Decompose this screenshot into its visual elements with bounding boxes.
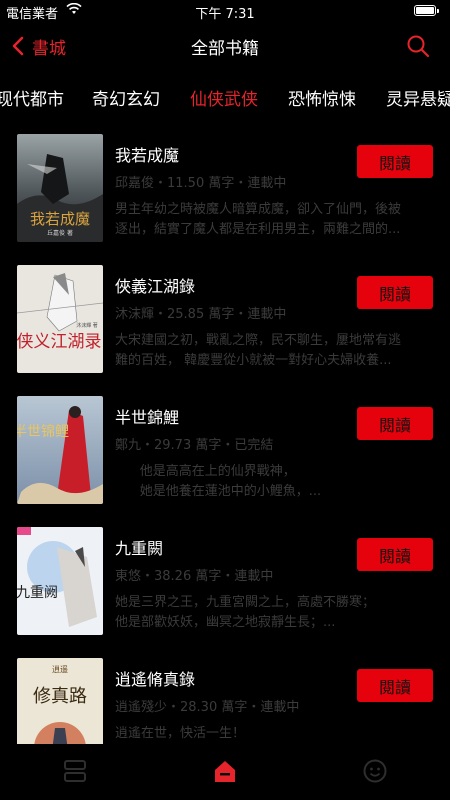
book-title: 我若成魔 — [115, 146, 180, 165]
tab-xianxia-wuxia[interactable]: 仙侠武侠 — [190, 85, 258, 110]
read-button[interactable]: 閱讀 — [357, 145, 433, 178]
book-meta: 鄭九・29.73 萬字・已完結 — [115, 438, 274, 453]
svg-text:修真路: 修真路 — [33, 686, 87, 707]
svg-text:沐沫輝 著: 沐沫輝 著 — [76, 322, 98, 329]
list-item[interactable]: 侠义江湖录 沐沫輝 著 俠義江湖錄 沐沫輝・25.85 萬字・連載中 大宋建國之… — [0, 259, 450, 377]
tab-modern-city[interactable]: 现代都市 — [0, 85, 64, 110]
book-description: 男主年幼之時被魔人暗算成魔，卻入了仙門，後被 逐出，結實了魔人都是在利用男主，兩難… — [115, 202, 402, 237]
svg-text:我若成魔: 我若成魔 — [30, 210, 90, 228]
book-meta: 沐沫輝・25.85 萬字・連載中 — [115, 307, 287, 322]
read-button[interactable]: 閱讀 — [357, 276, 433, 309]
page-title: 全部书籍 — [191, 39, 259, 59]
read-button[interactable]: 閱讀 — [357, 407, 433, 440]
book-description: 大宋建國之初，戰亂之際，民不聊生，屢地常有逃 難的百姓， 韓慶豐從小就被一對好心夫… — [115, 333, 402, 368]
profile-face-icon[interactable] — [362, 758, 388, 784]
list-item[interactable]: 半世锦鲤 半世錦鯉 鄭九・29.73 萬字・已完結 他是高高在上的仙界戰神， 她… — [0, 390, 450, 508]
book-title: 逍遙脩真錄 — [115, 670, 196, 689]
book-cover[interactable]: 半世锦鲤 — [17, 396, 103, 504]
battery-icon — [414, 5, 439, 16]
svg-text:逍遥: 逍遥 — [52, 664, 68, 674]
book-cover[interactable]: 侠义江湖录 沐沫輝 著 — [17, 265, 103, 373]
svg-text:半世锦鲤: 半世锦鲤 — [17, 423, 69, 440]
book-description: 她是三界之王，九重宮闕之上，高處不勝寒； 他是部歡妖妖，幽冥之地寂靜生長；... — [115, 595, 376, 630]
read-button[interactable]: 閱讀 — [357, 669, 433, 702]
tab-horror[interactable]: 恐怖惊悚 — [288, 85, 356, 110]
tab-supernatural[interactable]: 灵异悬疑 — [386, 85, 450, 110]
book-title: 俠義江湖錄 — [115, 277, 196, 296]
navigation-bar: 書城 全部书籍 — [0, 22, 450, 70]
search-icon[interactable] — [406, 34, 430, 58]
bookstore-home-icon[interactable] — [212, 758, 238, 784]
book-title: 九重闕 — [115, 539, 164, 558]
svg-text:侠义江湖录: 侠义江湖录 — [17, 332, 102, 352]
status-bar: 電信業者 下午 7:31 — [0, 0, 450, 22]
book-meta: 東悠・38.26 萬字・連載中 — [115, 569, 274, 584]
category-tabs: 现代都市 奇幻玄幻 仙侠武侠 恐怖惊悚 灵异悬疑 — [0, 75, 450, 119]
book-meta: 逍遙殘少・28.30 萬字・連載中 — [115, 700, 300, 715]
read-button[interactable]: 閱讀 — [357, 538, 433, 571]
svg-text:九重阙: 九重阙 — [17, 585, 58, 601]
status-time: 下午 7:31 — [195, 7, 255, 22]
book-meta: 邱嘉俊・11.50 萬字・連載中 — [115, 176, 287, 191]
book-description: 他是高高在上的仙界戰神， 她是他養在蓮池中的小鯉魚，... — [115, 464, 322, 499]
svg-text:丘嘉俊 著: 丘嘉俊 著 — [47, 229, 73, 237]
bookshelf-icon[interactable] — [62, 758, 88, 784]
tab-fantasy[interactable]: 奇幻玄幻 — [92, 85, 160, 110]
list-item[interactable]: 我若成魔 丘嘉俊 著 我若成魔 邱嘉俊・11.50 萬字・連載中 男主年幼之時被… — [0, 128, 450, 246]
book-cover[interactable]: 我若成魔 丘嘉俊 著 — [17, 134, 103, 242]
book-cover[interactable]: 九重阙 — [17, 527, 103, 635]
list-item[interactable]: 九重阙 九重闕 東悠・38.26 萬字・連載中 她是三界之王，九重宮闕之上，高處… — [0, 521, 450, 639]
bottom-tab-bar — [0, 744, 450, 800]
book-title: 半世錦鯉 — [115, 408, 180, 427]
